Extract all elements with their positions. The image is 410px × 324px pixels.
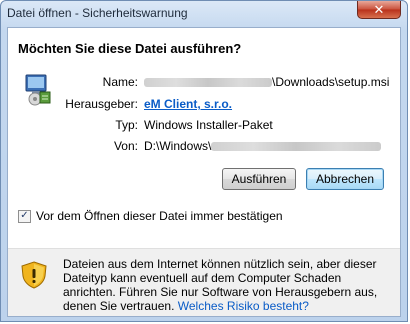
publisher-link[interactable]: eM Client, s.r.o. <box>144 97 232 111</box>
file-name: \Downloads\setup.msi <box>272 75 390 89</box>
name-label: Name: <box>102 75 138 89</box>
warning-footer: Dateien aus dem Internet können nützlich… <box>8 248 400 316</box>
type-value: Windows Installer-Paket <box>144 118 273 132</box>
dialog-heading: Möchten Sie diese Datei ausführen? <box>18 41 242 56</box>
source-path: D:\Windows\ <box>144 139 212 153</box>
redacted-path <box>144 78 272 88</box>
cancel-button[interactable]: Abbrechen <box>306 168 384 190</box>
run-button[interactable]: Ausführen <box>222 168 296 190</box>
close-icon: ✕ <box>373 1 385 17</box>
name-value: \Downloads\setup.msi <box>144 75 389 89</box>
dialog-window: Datei öffnen - Sicherheitswarnung ✕ Möch… <box>0 0 408 322</box>
dialog-content: Möchten Sie diese Datei ausführen? Name:… <box>7 27 401 317</box>
from-value: D:\Windows\ <box>144 139 382 153</box>
window-title: Datei öffnen - Sicherheitswarnung <box>7 6 188 20</box>
redacted-source <box>211 142 382 152</box>
publisher-name[interactable]: eM Client, s.r.o. <box>144 97 232 111</box>
security-shield-icon <box>21 261 47 289</box>
check-icon: ✓ <box>20 210 29 221</box>
always-confirm-checkbox[interactable]: ✓ <box>18 209 31 223</box>
type-label: Typ: <box>115 118 138 132</box>
always-confirm-option[interactable]: ✓ Vor dem Öffnen dieser Datei immer best… <box>18 209 283 223</box>
always-confirm-label[interactable]: Vor dem Öffnen dieser Datei immer bestät… <box>36 209 283 223</box>
publisher-label: Herausgeber: <box>65 97 138 111</box>
close-button[interactable]: ✕ <box>357 1 401 19</box>
risk-info-link[interactable]: Welches Risiko besteht? <box>178 299 309 313</box>
warning-message: Dateien aus dem Internet können nützlich… <box>63 257 393 313</box>
from-label: Von: <box>113 139 138 153</box>
title-bar[interactable]: Datei öffnen - Sicherheitswarnung ✕ <box>1 1 407 27</box>
